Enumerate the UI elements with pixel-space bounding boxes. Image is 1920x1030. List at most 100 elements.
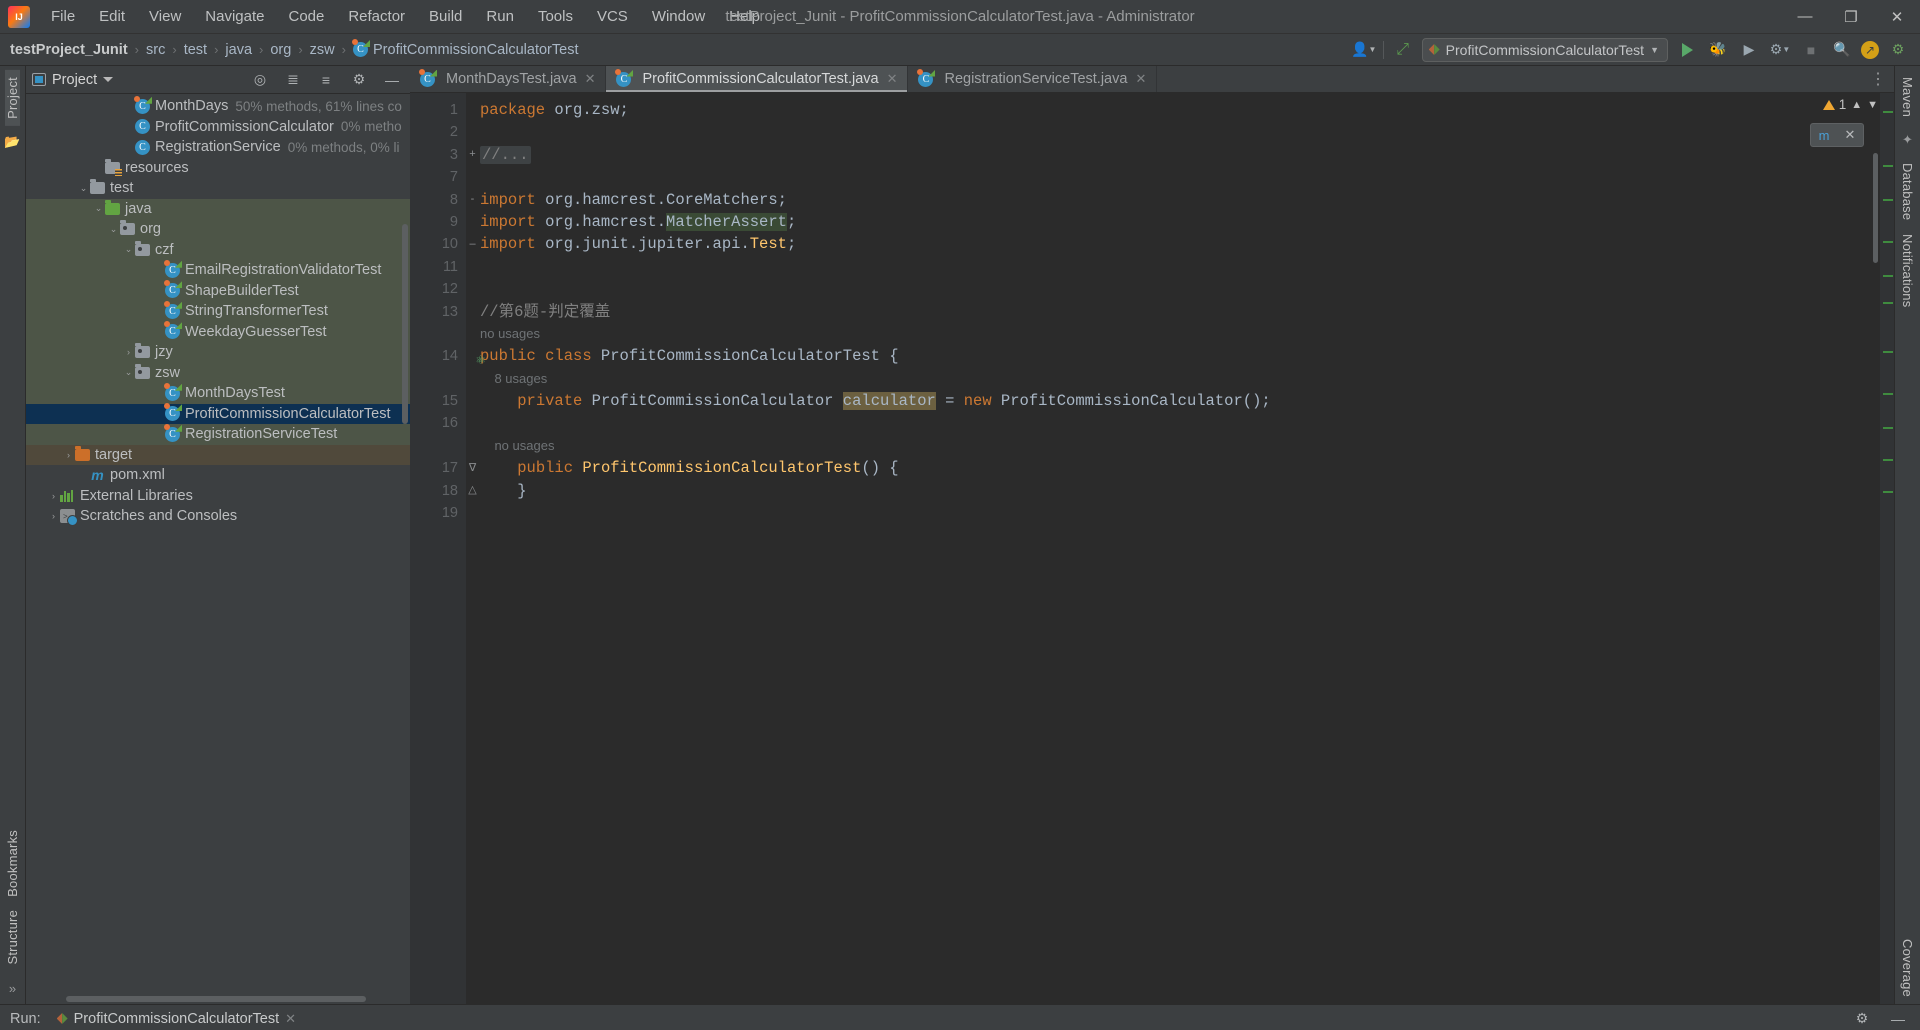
close-icon[interactable]: ✕ bbox=[1837, 124, 1863, 146]
gutter-line-8[interactable]: 8- bbox=[410, 189, 474, 211]
profile-button[interactable]: ⚙ ▼ bbox=[1768, 38, 1792, 62]
gutter-line-16[interactable]: 16 bbox=[410, 412, 466, 434]
editor-code-area[interactable]: package org.zsw; //... import org.hamcre… bbox=[466, 93, 1880, 1004]
gutter-line-12[interactable]: 12 bbox=[410, 278, 466, 300]
hide-run-panel-icon[interactable]: — bbox=[1886, 1007, 1910, 1030]
code-editor[interactable]: 1 2 3 +7 8-9 10–11 12 13 14 ⚛ 15 16 17 ∇ 18 △ 19 pack… bbox=[410, 93, 1894, 1004]
inspection-widget[interactable]: 1 ▲ ▼ bbox=[1822, 97, 1878, 112]
tool-strip-project[interactable]: Project bbox=[5, 70, 20, 126]
editor-marker-gutter[interactable] bbox=[1880, 93, 1894, 1004]
gutter-line-18[interactable]: 18 △ bbox=[410, 480, 477, 502]
tree-node-test[interactable]: ⌄ test bbox=[26, 178, 410, 199]
breadcrumb-zsw[interactable]: zsw bbox=[306, 40, 339, 60]
tree-node-registrationservice[interactable]: C RegistrationService 0% methods, 0% li bbox=[26, 137, 410, 158]
menu-code[interactable]: Code bbox=[277, 4, 335, 29]
more-tool-windows-icon[interactable]: » bbox=[3, 978, 23, 998]
editor-tabs[interactable]: C MonthDaysTest.java ✕ C ProfitCommissio… bbox=[410, 66, 1894, 93]
tree-node-emailregistrationvalidatortest[interactable]: C EmailRegistrationValidatorTest bbox=[26, 259, 410, 281]
chevron-up-icon[interactable]: ▲ bbox=[1851, 99, 1862, 111]
menu-view[interactable]: View bbox=[138, 4, 192, 29]
project-tree-scrollbar[interactable] bbox=[402, 224, 408, 424]
chevron-down-icon[interactable]: ⌄ bbox=[92, 202, 105, 215]
menu-tools[interactable]: Tools bbox=[527, 4, 584, 29]
stop-button[interactable]: ■ bbox=[1799, 38, 1823, 62]
minimize-button[interactable]: — bbox=[1782, 0, 1828, 33]
chevron-down-icon[interactable]: ▼ bbox=[1867, 99, 1878, 111]
tree-node-registrationservicetest[interactable]: C RegistrationServiceTest bbox=[26, 423, 410, 445]
tree-node-monthdaystest[interactable]: C MonthDaysTest bbox=[26, 382, 410, 404]
menu-file[interactable]: File bbox=[40, 4, 86, 29]
run-test-gutter-icon[interactable]: ⚛ bbox=[475, 349, 486, 371]
chevron-right-icon[interactable]: › bbox=[62, 448, 75, 461]
code-line-18[interactable]: } bbox=[480, 480, 1880, 502]
code-line-1[interactable]: package org.zsw; bbox=[480, 99, 1880, 121]
code-line-14[interactable]: public class ProfitCommissionCalculatorT… bbox=[480, 345, 1880, 367]
tree-node-org[interactable]: ⌄ org bbox=[26, 219, 410, 240]
chevron-down-icon[interactable]: ⌄ bbox=[107, 223, 120, 236]
close-icon[interactable]: ✕ bbox=[285, 1011, 296, 1027]
tree-node-scratches-and-consoles[interactable]: › >_ Scratches and Consoles bbox=[26, 506, 410, 527]
run-button[interactable] bbox=[1675, 38, 1699, 62]
chevron-down-icon[interactable]: ⌄ bbox=[122, 243, 135, 256]
chevron-right-icon[interactable]: › bbox=[122, 346, 135, 359]
hide-panel-icon[interactable]: — bbox=[380, 68, 404, 92]
gutter-line-7[interactable]: 7 bbox=[410, 166, 466, 188]
collapse-all-icon[interactable]: ≡ bbox=[314, 68, 338, 92]
tree-node-czf[interactable]: ⌄ czf bbox=[26, 239, 410, 260]
menu-run[interactable]: Run bbox=[475, 4, 525, 29]
close-icon[interactable]: ✕ bbox=[585, 71, 596, 87]
maximize-button[interactable]: ❐ bbox=[1828, 0, 1874, 33]
tree-node-profitcommissioncalculatortest[interactable]: C ProfitCommissionCalculatorTest bbox=[26, 403, 410, 424]
fold-toggle-icon[interactable]: + bbox=[467, 148, 478, 160]
chevron-right-icon[interactable]: › bbox=[47, 510, 60, 523]
tree-node-zsw[interactable]: ⌄ zsw bbox=[26, 362, 410, 383]
project-tree-hscrollbar[interactable] bbox=[66, 996, 366, 1002]
gutter-line-3[interactable]: 3 + bbox=[410, 144, 476, 166]
code-line-15[interactable]: private ProfitCommissionCalculator calcu… bbox=[480, 390, 1880, 412]
code-line-12[interactable] bbox=[480, 278, 1880, 300]
gutter-line-17[interactable]: 17 ∇ bbox=[410, 457, 476, 479]
commit-icon[interactable]: 📂 bbox=[3, 132, 23, 152]
project-settings-gear-icon[interactable]: ⚙ bbox=[347, 68, 371, 92]
editor-gutter[interactable]: 1 2 3 +7 8-9 10–11 12 13 14 ⚛ 15 16 17 ∇ 18 △ 19 bbox=[410, 93, 486, 1004]
code-line-9[interactable]: import org.hamcrest.MatcherAssert; bbox=[480, 211, 1880, 233]
project-tree[interactable]: C MonthDays 50% methods, 61% lines co C Prof… bbox=[26, 94, 410, 1004]
tool-strip-maven[interactable]: Maven bbox=[1900, 70, 1915, 124]
code-line-16[interactable] bbox=[480, 412, 1880, 434]
editor-scrollbar[interactable] bbox=[1873, 153, 1878, 263]
tree-node-pom-xml[interactable]: m pom.xml bbox=[26, 465, 410, 486]
tree-node-target[interactable]: › target bbox=[26, 444, 410, 465]
tree-node-monthdays[interactable]: C MonthDays 50% methods, 61% lines co bbox=[26, 95, 410, 117]
close-icon[interactable]: ✕ bbox=[887, 71, 898, 87]
run-settings-gear-icon[interactable]: ⚙ bbox=[1850, 1007, 1874, 1030]
chevron-down-icon[interactable]: ⌄ bbox=[122, 366, 135, 379]
tree-node-shapebuildertest[interactable]: C ShapeBuilderTest bbox=[26, 280, 410, 301]
code-line-10[interactable]: import org.junit.jupiter.api.Test; bbox=[480, 233, 1880, 255]
updates-icon[interactable]: ↗ bbox=[1861, 40, 1879, 59]
chevron-right-icon[interactable]: › bbox=[47, 489, 60, 502]
expand-all-icon[interactable]: ≣ bbox=[281, 68, 305, 92]
editor-tab-registrationservicetest[interactable]: C RegistrationServiceTest.java ✕ bbox=[908, 66, 1158, 92]
inlay-hint[interactable]: 8 usages bbox=[480, 368, 1880, 390]
gutter-line-1[interactable]: 1 bbox=[410, 99, 466, 121]
breadcrumb-project[interactable]: testProject_Junit bbox=[6, 40, 132, 60]
run-configuration-selector[interactable]: ProfitCommissionCalculatorTest ▼ bbox=[1421, 37, 1668, 62]
tool-strip-notifications[interactable]: Notifications bbox=[1900, 227, 1915, 314]
run-with-coverage-button[interactable]: ▶ bbox=[1737, 38, 1761, 62]
menu-build[interactable]: Build bbox=[418, 4, 473, 29]
gutter-line-19[interactable]: 19 bbox=[410, 502, 466, 524]
tree-node-stringtransformertest[interactable]: C StringTransformerTest bbox=[26, 300, 410, 322]
ai-assistant-icon[interactable]: ✦ bbox=[1898, 130, 1918, 150]
gutter-line-9[interactable]: 9 bbox=[410, 211, 466, 233]
settings-gear-icon[interactable]: ⚙ bbox=[1886, 38, 1910, 62]
tool-strip-database[interactable]: Database bbox=[1900, 156, 1915, 227]
build-hammer-icon[interactable]: ⤢ bbox=[1391, 38, 1415, 62]
warning-count-badge[interactable]: 1 bbox=[1822, 97, 1846, 112]
tool-strip-bookmarks[interactable]: Bookmarks bbox=[5, 823, 20, 904]
close-button[interactable]: ✕ bbox=[1874, 0, 1920, 33]
tree-node-resources[interactable]: resources bbox=[26, 158, 410, 179]
window-controls[interactable]: — ❐ ✕ bbox=[1782, 0, 1920, 33]
gutter-line-15[interactable]: 15 bbox=[410, 390, 466, 412]
fold-toggle-icon[interactable]: ∇ bbox=[467, 462, 478, 474]
editor-tab-monthdaystest[interactable]: C MonthDaysTest.java ✕ bbox=[410, 66, 607, 92]
